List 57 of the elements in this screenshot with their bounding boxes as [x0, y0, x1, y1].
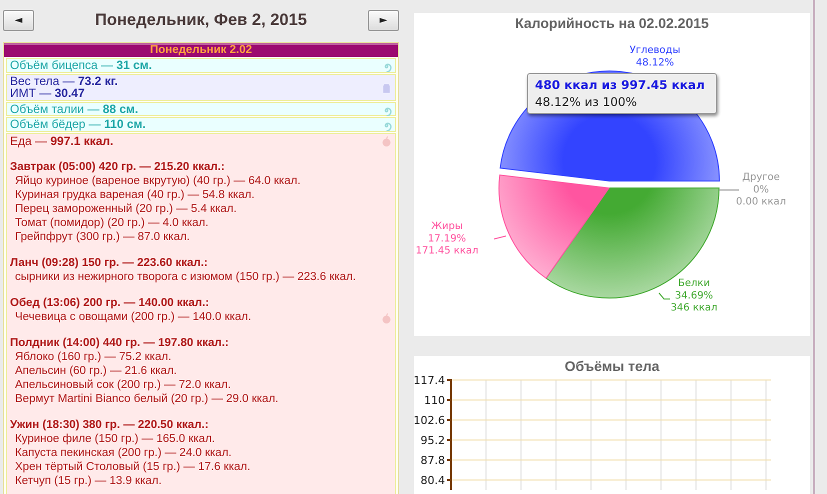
food-item: сырники из нежирного творога с изюмом (150 гр.) — 223.6 ккал. — [14, 270, 357, 284]
weight-entry[interactable]: Вес тела — 73.2 кг. ИМТ — 30.47 — [6, 74, 396, 100]
apple-icon — [381, 136, 392, 146]
food-item: Куриная грудка вареная (40 гр.) — 54.8 ккал. — [14, 188, 256, 202]
next-day-button[interactable]: ► — [368, 10, 399, 30]
entry-text: Объём талии — 88 см. — [10, 102, 140, 115]
leader-line — [658, 292, 670, 300]
meal-heading: Обед (13:06) 200 гр. — 140.00 ккал.: — [10, 296, 210, 310]
food-item: Чечевица с овощами (200 гр.) — 140.0 ккал. — [14, 310, 252, 324]
food-item: Хрен тёртый Столовый (15 гр.) — 17.6 ккал. — [14, 460, 252, 474]
leader-line — [494, 236, 506, 240]
axis-tick-label: 95.2 — [420, 434, 445, 447]
food-item: Куриное филе (150 гр.) — 165.0 ккал. — [14, 432, 216, 446]
entry-text: Объём бёдер — 110 см. — [10, 118, 147, 130]
food-item: Апельсин (60 гр.) — 21.6 ккал. — [14, 364, 178, 378]
tooltip-title: 480 ккал из 997.45 ккал — [535, 77, 706, 94]
tooltip-text: 48.12% из 100% — [535, 94, 638, 111]
axis-tick-label: 102.6 — [414, 414, 445, 427]
entry-text: Еда — 997.1 ккал. — [10, 134, 114, 148]
entry-text: Объём бицепса — 31 см. — [10, 59, 153, 72]
entry-text: Вес тела — 73.2 кг. — [10, 74, 119, 87]
entry-text: ИМТ — 30.47 — [10, 87, 86, 100]
weight-icon — [381, 82, 392, 94]
meal-heading: Ужин (18:30) 380 гр. — 220.50 ккал.: — [10, 418, 210, 432]
axis-tick-label: 87.8 — [420, 454, 445, 467]
axis-tick-label: 80.4 — [420, 474, 445, 487]
food-item: Яйцо куриное (вареное вкрутую) (40 гр.) — 64.0 ккал. — [14, 174, 302, 188]
previous-day-button[interactable]: ◄ — [3, 10, 34, 30]
slice-percent-label: 0% — [753, 184, 769, 196]
slice-name-label: Другое — [742, 172, 780, 183]
axis-tick-label: 117.4 — [414, 374, 445, 387]
food-item: Вермут Martini Bianco белый (20 гр.) — 29.0 ккал. — [14, 392, 280, 406]
food-item: Грейпфрут (300 гр.) — 87.0 ккал. — [14, 230, 191, 244]
food-item: Томат (помидор) (20 гр.) — 4.0 ккал. — [14, 216, 210, 230]
slice-name-label: Белки — [678, 278, 710, 289]
meal-heading: Завтрак (05:00) 420 гр. — 215.20 ккал.: — [10, 160, 226, 174]
food-item: Перец замороженный (20 гр.) — 5.4 ккал. — [14, 202, 238, 216]
meal-heading: Полдник (14:00) 440 гр. — 197.80 ккал.: — [10, 336, 230, 350]
journal-header: Понедельник 2.02 — [4, 43, 398, 57]
apple-icon — [381, 312, 392, 324]
food-item: Яблоко (160 гр.) — 75.2 ккал. — [14, 350, 172, 364]
axis-tick-label: 110 — [424, 394, 445, 407]
chart-title: Калорийность на 02.02.2015 — [514, 14, 710, 33]
food-item: Капуста пекинская (200 гр.) — 24.0 ккал. — [14, 446, 233, 460]
slice-percent-label: 34.69% — [674, 290, 714, 302]
food-item: Апельсиновый сок (200 гр.) — 72.0 ккал. — [14, 378, 232, 392]
food-item: Кетчуп (15 гр.) — 13.9 ккал. — [14, 474, 163, 488]
slice-kcal-label: 0.00 ккал — [736, 196, 786, 208]
slice-percent-label: 17.19% — [428, 233, 466, 244]
day-title: Понедельник, Фев 2, 2015 — [94, 10, 308, 30]
meal-heading: Ланч (09:28) 150 гр. — 223.60 ккал.: — [10, 256, 209, 270]
slice-percent-label: 48.12% — [636, 57, 674, 68]
slice-kcal-label: 346 ккал — [670, 302, 718, 314]
slice-kcal-label: 171.45 ккал — [416, 246, 478, 257]
slice-name-label: Углеводы — [630, 45, 680, 56]
food-entry[interactable] — [6, 132, 396, 494]
slice-name-label: Жиры — [431, 221, 463, 232]
